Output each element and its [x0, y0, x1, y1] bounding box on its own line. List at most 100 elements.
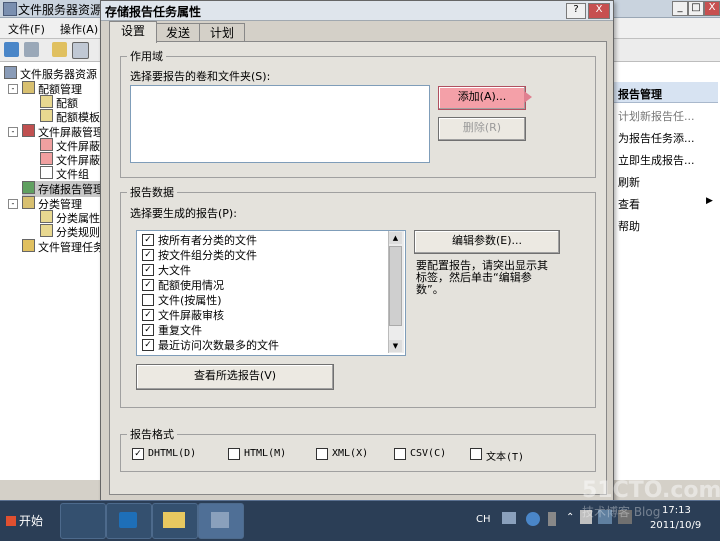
tree-item-quota-templates[interactable]: 配额模板 — [40, 109, 100, 125]
task-icon — [22, 239, 35, 252]
maximize-button[interactable]: □ — [688, 1, 704, 16]
quota-icon — [40, 95, 53, 108]
report-format-legend: 报告格式 — [130, 428, 174, 441]
show-tree-icon[interactable] — [72, 42, 89, 59]
scroll-up-icon[interactable]: ▲ — [389, 232, 402, 244]
storage-report-task-properties-dialog: 存储报告任务属性 ? X 设置 发送 计划 作用域 选择要报告的卷和文件夹(S)… — [100, 0, 614, 502]
help-button[interactable]: ? — [566, 3, 586, 19]
fsrm-taskbar-icon[interactable] — [198, 503, 244, 539]
report-data-legend: 报告数据 — [130, 186, 174, 199]
screen-icon — [40, 138, 53, 151]
report-option-label[interactable]: 最近访问次数最多的文件 — [158, 337, 279, 353]
scroll-thumb[interactable] — [389, 246, 402, 326]
report-checkbox[interactable]: ✓ — [142, 279, 154, 291]
file-group-icon — [40, 166, 53, 179]
clock-time[interactable]: 17:13 — [662, 505, 691, 516]
server-manager-taskbar-icon[interactable] — [60, 503, 106, 539]
report-option-label[interactable]: 配额使用情况 — [158, 277, 224, 293]
close-button[interactable]: X — [704, 1, 720, 16]
language-indicator[interactable]: CH — [476, 514, 491, 525]
rule-icon — [40, 224, 53, 237]
action-help[interactable]: 帮助 — [618, 218, 640, 234]
property-icon — [40, 210, 53, 223]
scope-folder-list[interactable] — [130, 85, 430, 163]
menu-file[interactable]: 文件(F) — [8, 21, 45, 37]
scroll-down-icon[interactable]: ▼ — [389, 340, 402, 352]
report-option-label[interactable]: 文件屏蔽审核 — [158, 307, 224, 323]
tab-delivery[interactable]: 发送 — [156, 23, 200, 42]
tree-item-file-groups[interactable]: 文件组 — [40, 166, 89, 182]
show-hidden-icons[interactable]: ⌃ — [566, 512, 574, 523]
report-checkbox[interactable]: ✓ — [142, 324, 154, 336]
action-schedule-report[interactable]: 计划新报告任... — [618, 108, 695, 124]
report-checkbox[interactable]: ✓ — [142, 309, 154, 321]
explorer-taskbar-icon[interactable] — [152, 503, 198, 539]
dialog-title: 存储报告任务属性 — [105, 5, 202, 19]
format-checkbox[interactable] — [394, 448, 406, 460]
edit-parameters-button[interactable]: 编辑参数(E)... — [414, 230, 560, 254]
server-icon — [4, 66, 17, 79]
actions-header-label: 报告管理 — [618, 88, 662, 101]
start-button[interactable]: 开始 — [2, 507, 48, 535]
report-select-label: 选择要生成的报告(P): — [130, 207, 237, 220]
action-view[interactable]: 查看 — [618, 196, 640, 212]
view-selected-reports-button[interactable]: 查看所选报告(V) — [136, 364, 334, 390]
report-option-label[interactable]: 大文件 — [158, 262, 191, 278]
collapse-icon[interactable]: - — [8, 127, 18, 137]
report-checkbox[interactable] — [142, 294, 154, 306]
add-button[interactable]: 添加(A)... — [438, 86, 526, 110]
windows-logo-icon — [6, 516, 16, 526]
format-option-label[interactable]: HTML(M) — [244, 448, 286, 459]
highlight-arrow-icon — [524, 91, 532, 103]
report-checkbox[interactable]: ✓ — [142, 339, 154, 351]
format-option-label[interactable]: 文本(T) — [486, 448, 524, 463]
report-option-label[interactable]: 重复文件 — [158, 322, 202, 338]
tab-settings[interactable]: 设置 — [109, 21, 157, 43]
action-generate-now[interactable]: 立即生成报告... — [618, 152, 695, 168]
app-icon — [3, 2, 17, 16]
tree-item-storage-reports[interactable]: 存储报告管理 — [22, 181, 104, 197]
help-tray-icon[interactable] — [526, 512, 540, 526]
back-icon[interactable] — [4, 42, 19, 57]
tree-item-root[interactable]: 文件服务器资源 — [4, 66, 97, 82]
format-checkbox[interactable]: ✓ — [132, 448, 144, 460]
keyboard-icon[interactable] — [502, 512, 516, 524]
format-checkbox[interactable] — [316, 448, 328, 460]
report-icon — [22, 181, 35, 194]
scope-legend: 作用域 — [130, 50, 163, 63]
menu-action[interactable]: 操作(A) — [60, 21, 98, 37]
report-option-label[interactable]: 按文件组分类的文件 — [158, 247, 257, 263]
format-option-label[interactable]: DHTML(D) — [148, 448, 196, 459]
report-option-label[interactable]: 文件(按属性) — [158, 292, 222, 308]
action-add-report-task[interactable]: 为报告任务添... — [618, 130, 695, 146]
format-checkbox[interactable] — [228, 448, 240, 460]
tree-item-class-rules[interactable]: 分类规则 — [40, 224, 100, 240]
report-checkbox[interactable]: ✓ — [142, 249, 154, 261]
edit-parameters-hint: 要配置报告，请突出显示其标签，然后单击“编辑参数”。 — [416, 259, 548, 296]
report-checkbox[interactable]: ✓ — [142, 264, 154, 276]
collapse-icon[interactable]: - — [8, 199, 18, 209]
clock-date[interactable]: 2011/10/9 — [650, 520, 701, 531]
format-checkbox[interactable] — [470, 448, 482, 460]
dialog-close-button[interactable]: X — [588, 3, 610, 19]
report-option-label[interactable]: 按所有者分类的文件 — [158, 232, 257, 248]
tab-schedule[interactable]: 计划 — [199, 23, 245, 42]
powershell-taskbar-icon[interactable] — [106, 503, 152, 539]
forward-icon[interactable] — [24, 42, 39, 57]
tree-item-file-mgmt-tasks[interactable]: 文件管理任务 — [22, 239, 104, 255]
minimize-button[interactable]: _ — [672, 1, 688, 16]
screen-icon — [22, 124, 35, 137]
collapse-icon[interactable]: - — [8, 84, 18, 94]
remove-button[interactable]: 删除(R) — [438, 117, 526, 141]
up-folder-icon[interactable] — [52, 42, 67, 57]
format-option-label[interactable]: XML(X) — [332, 448, 368, 459]
quota-icon — [22, 81, 35, 94]
submenu-arrow-icon: ▶ — [706, 196, 713, 206]
report-checkbox[interactable]: ✓ — [142, 234, 154, 246]
actions-pane — [612, 62, 720, 480]
input-options-icon[interactable] — [548, 512, 556, 526]
action-refresh[interactable]: 刷新 — [618, 174, 640, 190]
watermark-logo: 51CTO.com — [582, 478, 720, 503]
template-icon — [40, 109, 53, 122]
format-option-label[interactable]: CSV(C) — [410, 448, 446, 459]
